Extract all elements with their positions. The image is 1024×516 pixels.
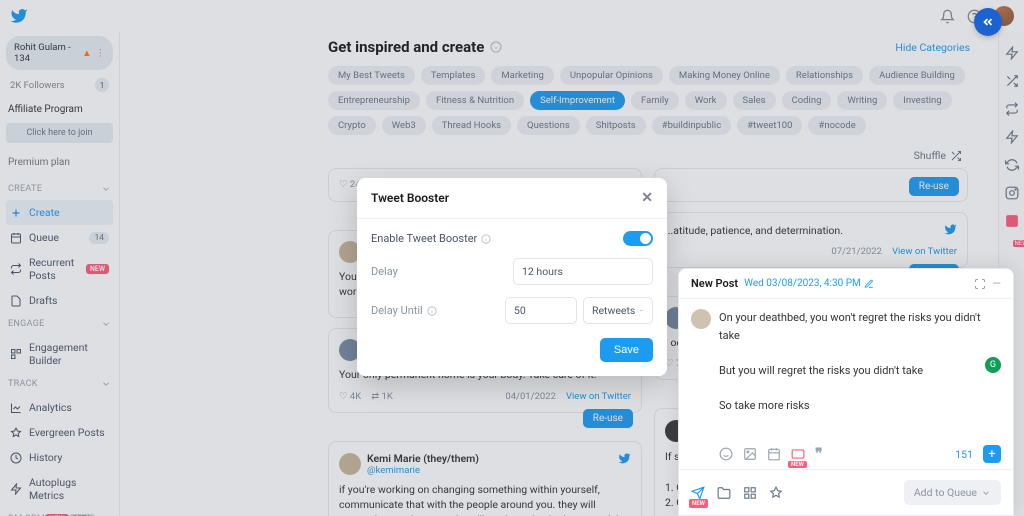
add-to-queue-button[interactable]: Add to Queue [904, 480, 1001, 505]
info-icon[interactable] [427, 306, 437, 316]
delay-label: Delay [371, 265, 513, 278]
enable-toggle[interactable] [623, 231, 653, 246]
grammarly-badge[interactable]: G [985, 357, 1001, 373]
composer-avatar [691, 309, 711, 329]
close-icon[interactable]: ✕ [641, 190, 653, 206]
star-icon[interactable] [769, 486, 783, 500]
expand-icon[interactable] [974, 278, 986, 290]
emoji-icon[interactable] [719, 447, 733, 461]
tweet-booster-modal: Tweet Booster ✕ Enable Tweet Booster Del… [357, 178, 667, 376]
grid-icon[interactable] [743, 486, 757, 500]
image-icon[interactable] [743, 447, 757, 461]
composer-title: New Post [691, 277, 738, 290]
gif-icon[interactable]: NEW [791, 447, 805, 461]
add-tweet-button[interactable]: + [983, 445, 1001, 463]
modal-title: Tweet Booster [371, 191, 449, 205]
char-count: 151 [955, 448, 973, 461]
send-icon[interactable]: NEW [691, 486, 705, 500]
scheduled-time[interactable]: Wed 03/08/2023, 4:30 PM [744, 278, 874, 289]
delay-until-input[interactable]: 50 [505, 297, 577, 324]
enable-label: Enable Tweet Booster [371, 232, 477, 245]
delay-input[interactable]: 12 hours [513, 258, 653, 285]
folder-icon[interactable] [717, 486, 731, 500]
delay-until-label: Delay Until [371, 304, 423, 317]
minimize-icon[interactable]: — [992, 277, 1001, 290]
info-icon[interactable] [481, 234, 491, 244]
metric-select[interactable]: Retweets [583, 297, 653, 324]
composer-panel: New Post Wed 03/08/2023, 4:30 PM — On yo… [678, 268, 1014, 516]
calendar-icon[interactable] [767, 447, 781, 461]
save-button[interactable]: Save [600, 338, 653, 362]
collapse-button[interactable] [974, 8, 1002, 36]
composer-text[interactable]: On your deathbed, you won't regret the r… [719, 309, 1001, 435]
quote-icon[interactable]: ❞ [815, 446, 823, 462]
